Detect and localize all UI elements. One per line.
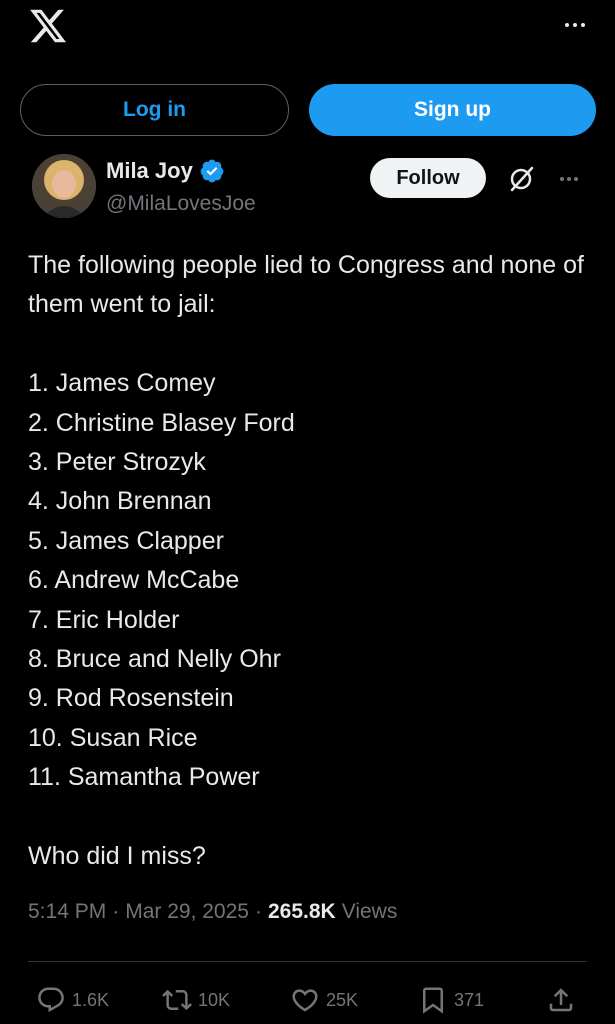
tweet-more-icon[interactable]: [554, 164, 584, 194]
x-logo-icon[interactable]: [28, 6, 68, 46]
avatar[interactable]: [32, 154, 96, 218]
views-label: Views: [341, 900, 398, 923]
reply-button[interactable]: 1.6K: [36, 980, 109, 1020]
share-icon: [549, 988, 573, 1012]
repost-count: 10K: [198, 989, 231, 1010]
top-bar: [0, 0, 615, 56]
share-button[interactable]: [546, 980, 576, 1020]
list-item: 11. Samantha Power: [28, 763, 260, 792]
divider: [28, 961, 587, 962]
list-item: 1. James Comey: [28, 369, 216, 398]
tweet-intro: The following people lied to Congress an…: [28, 251, 584, 319]
list-item: 3. Peter Strozyk: [28, 448, 206, 477]
signup-button[interactable]: Sign up: [309, 84, 596, 136]
list-item: 9. Rod Rosenstein: [28, 684, 234, 713]
follow-button[interactable]: Follow: [370, 158, 486, 198]
reply-icon: [38, 987, 64, 1013]
tweet-closing: Who did I miss?: [28, 842, 206, 871]
list-item: 7. Eric Holder: [28, 605, 180, 634]
login-button[interactable]: Log in: [20, 84, 289, 136]
list-item: 4. John Brennan: [28, 487, 212, 516]
list-item: 8. Bruce and Nelly Ohr: [28, 645, 281, 674]
grok-icon[interactable]: [506, 164, 536, 194]
tweet-author: Mila Joy @MilaLovesJoe Follow: [28, 152, 588, 224]
bookmark-icon: [423, 987, 443, 1014]
tweet-text: The following people lied to Congress an…: [28, 246, 588, 876]
verified-badge-icon: [200, 159, 224, 183]
list-item: 10. Susan Rice: [28, 723, 198, 752]
repost-button[interactable]: 10K: [162, 980, 230, 1020]
tweet-meta: 5:14 PM · Mar 29, 2025 · 265.8K Views: [28, 900, 397, 924]
heart-icon: [292, 989, 318, 1012]
author-name-row: Mila Joy: [106, 158, 225, 184]
repost-icon: [162, 989, 192, 1011]
list-item: 5. James Clapper: [28, 526, 224, 555]
meta-separator: ·: [254, 900, 262, 923]
tweet-actions: 1.6K 10K 25K 371: [28, 980, 587, 1020]
bookmark-button[interactable]: 371: [418, 980, 484, 1020]
list-item: 6. Andrew McCabe: [28, 566, 240, 595]
meta-separator: ·: [112, 900, 120, 923]
bookmark-count: 371: [454, 989, 485, 1010]
author-name[interactable]: Mila Joy: [106, 158, 193, 184]
tweet-time[interactable]: 5:14 PM: [28, 900, 106, 924]
more-icon[interactable]: [545, 10, 585, 40]
views-count: 265.8K: [267, 900, 336, 923]
auth-buttons: Log in Sign up: [20, 84, 596, 138]
tweet-date[interactable]: Mar 29, 2025: [125, 900, 249, 924]
like-button[interactable]: 25K: [290, 980, 358, 1020]
list-item: 2. Christine Blasey Ford: [28, 408, 295, 437]
author-handle[interactable]: @MilaLovesJoe: [106, 192, 256, 216]
reply-count: 1.6K: [72, 989, 110, 1010]
like-count: 25K: [326, 989, 359, 1010]
